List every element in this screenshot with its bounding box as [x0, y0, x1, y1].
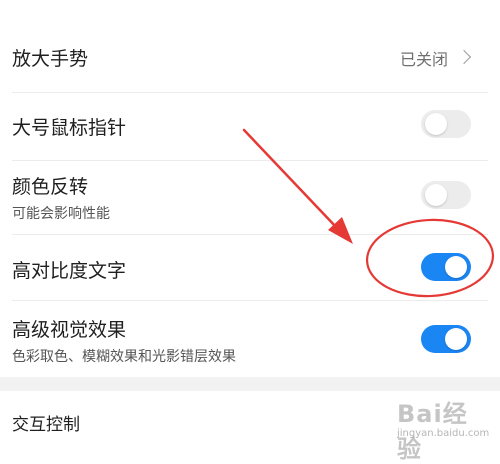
- high-contrast-text-toggle[interactable]: [421, 253, 471, 281]
- color-inversion-toggle[interactable]: [421, 181, 471, 209]
- top-strip: [0, 0, 500, 22]
- large-pointer-label: 大号鼠标指针: [12, 117, 127, 139]
- color-inversion-label: 颜色反转: [12, 176, 89, 198]
- magnify-gesture-label: 放大手势: [12, 48, 89, 70]
- chevron-right-icon: [456, 49, 472, 65]
- baidu-jingyan-watermark: Bai经验 jingyan.baidu.com: [397, 394, 492, 463]
- section-gap: [0, 377, 500, 391]
- advanced-visual-effects-description: 色彩取色、模糊效果和光影错层效果: [12, 349, 236, 365]
- color-inversion-description: 可能会影响性能: [12, 206, 110, 222]
- high-contrast-text-label: 高对比度文字: [12, 260, 127, 282]
- toggle-knob: [445, 256, 467, 278]
- toggle-knob: [425, 184, 447, 206]
- magnify-gesture-row[interactable]: 放大手势 已关闭: [0, 22, 500, 92]
- toggle-knob: [425, 113, 447, 135]
- advanced-visual-effects-toggle[interactable]: [421, 325, 471, 353]
- advanced-visual-effects-label: 高级视觉效果: [12, 319, 127, 341]
- large-pointer-row: 大号鼠标指针: [0, 93, 500, 160]
- high-contrast-text-row: 高对比度文字: [0, 235, 500, 300]
- advanced-visual-effects-row: 高级视觉效果 色彩取色、模糊效果和光影错层效果: [0, 301, 500, 377]
- color-inversion-row: 颜色反转 可能会影响性能: [0, 161, 500, 234]
- watermark-url: jingyan.baidu.com: [397, 428, 490, 439]
- magnify-gesture-value: 已关闭: [400, 50, 449, 69]
- large-pointer-toggle[interactable]: [421, 110, 471, 138]
- interaction-control-title: 交互控制: [12, 415, 80, 435]
- toggle-knob: [445, 328, 467, 350]
